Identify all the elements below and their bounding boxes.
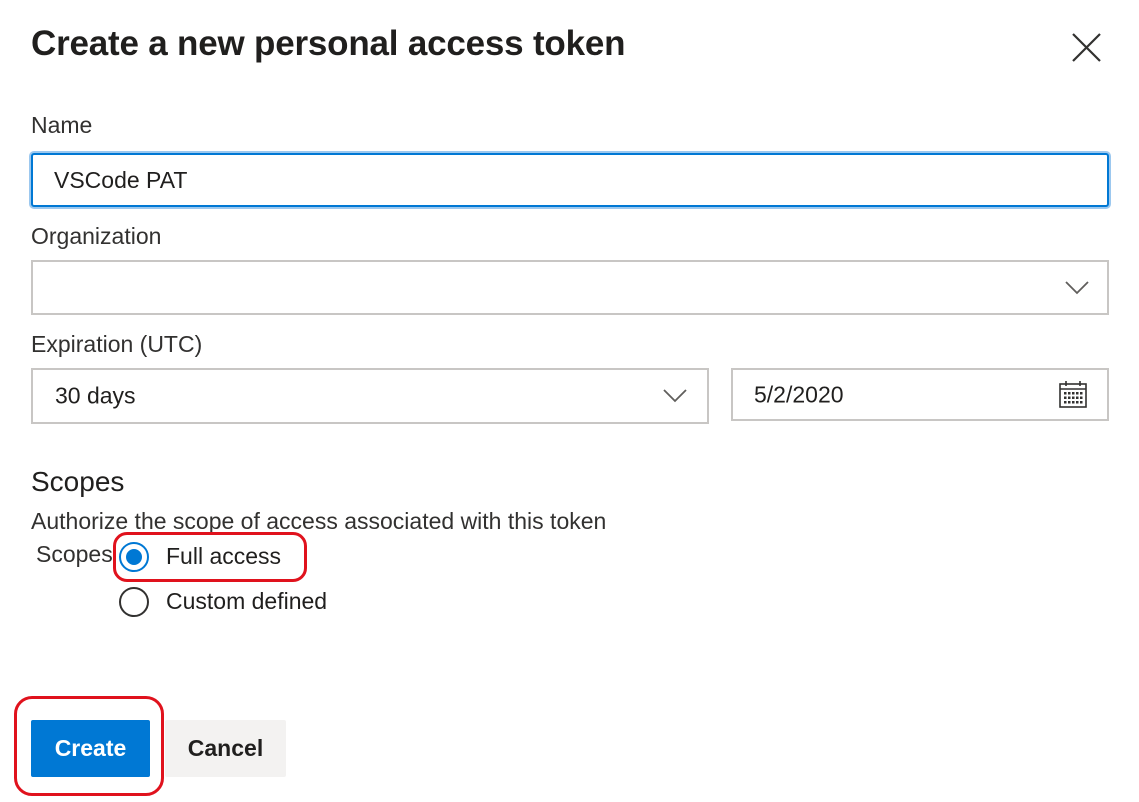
expiration-label: Expiration (UTC) bbox=[31, 331, 203, 357]
close-button[interactable] bbox=[1066, 28, 1106, 68]
chevron-down-icon bbox=[1065, 280, 1089, 294]
create-button[interactable]: Create bbox=[31, 720, 150, 777]
radio-unchecked-icon[interactable] bbox=[119, 587, 149, 617]
scopes-group-label: Scopes bbox=[36, 541, 113, 567]
expiration-duration-select[interactable]: 30 days bbox=[31, 368, 709, 424]
chevron-down-icon bbox=[663, 389, 687, 403]
radio-full-access-label: Full access bbox=[166, 543, 282, 569]
name-input[interactable] bbox=[31, 153, 1109, 207]
organization-label: Organization bbox=[31, 223, 162, 249]
calendar-icon[interactable] bbox=[1058, 380, 1088, 410]
scopes-description: Authorize the scope of access associated… bbox=[31, 508, 607, 534]
organization-select[interactable] bbox=[31, 260, 1109, 315]
dialog-title: Create a new personal access token bbox=[31, 24, 626, 63]
expiration-date-picker[interactable]: 5/2/2020 bbox=[731, 368, 1109, 421]
close-icon bbox=[1072, 33, 1101, 62]
expiration-duration-value: 30 days bbox=[55, 382, 136, 409]
name-label: Name bbox=[31, 112, 93, 138]
expiration-date-value: 5/2/2020 bbox=[754, 381, 844, 407]
scopes-title: Scopes bbox=[31, 466, 125, 497]
radio-custom-defined-label: Custom defined bbox=[166, 588, 328, 614]
radio-checked-icon[interactable] bbox=[119, 542, 149, 572]
cancel-button[interactable]: Cancel bbox=[165, 720, 286, 777]
